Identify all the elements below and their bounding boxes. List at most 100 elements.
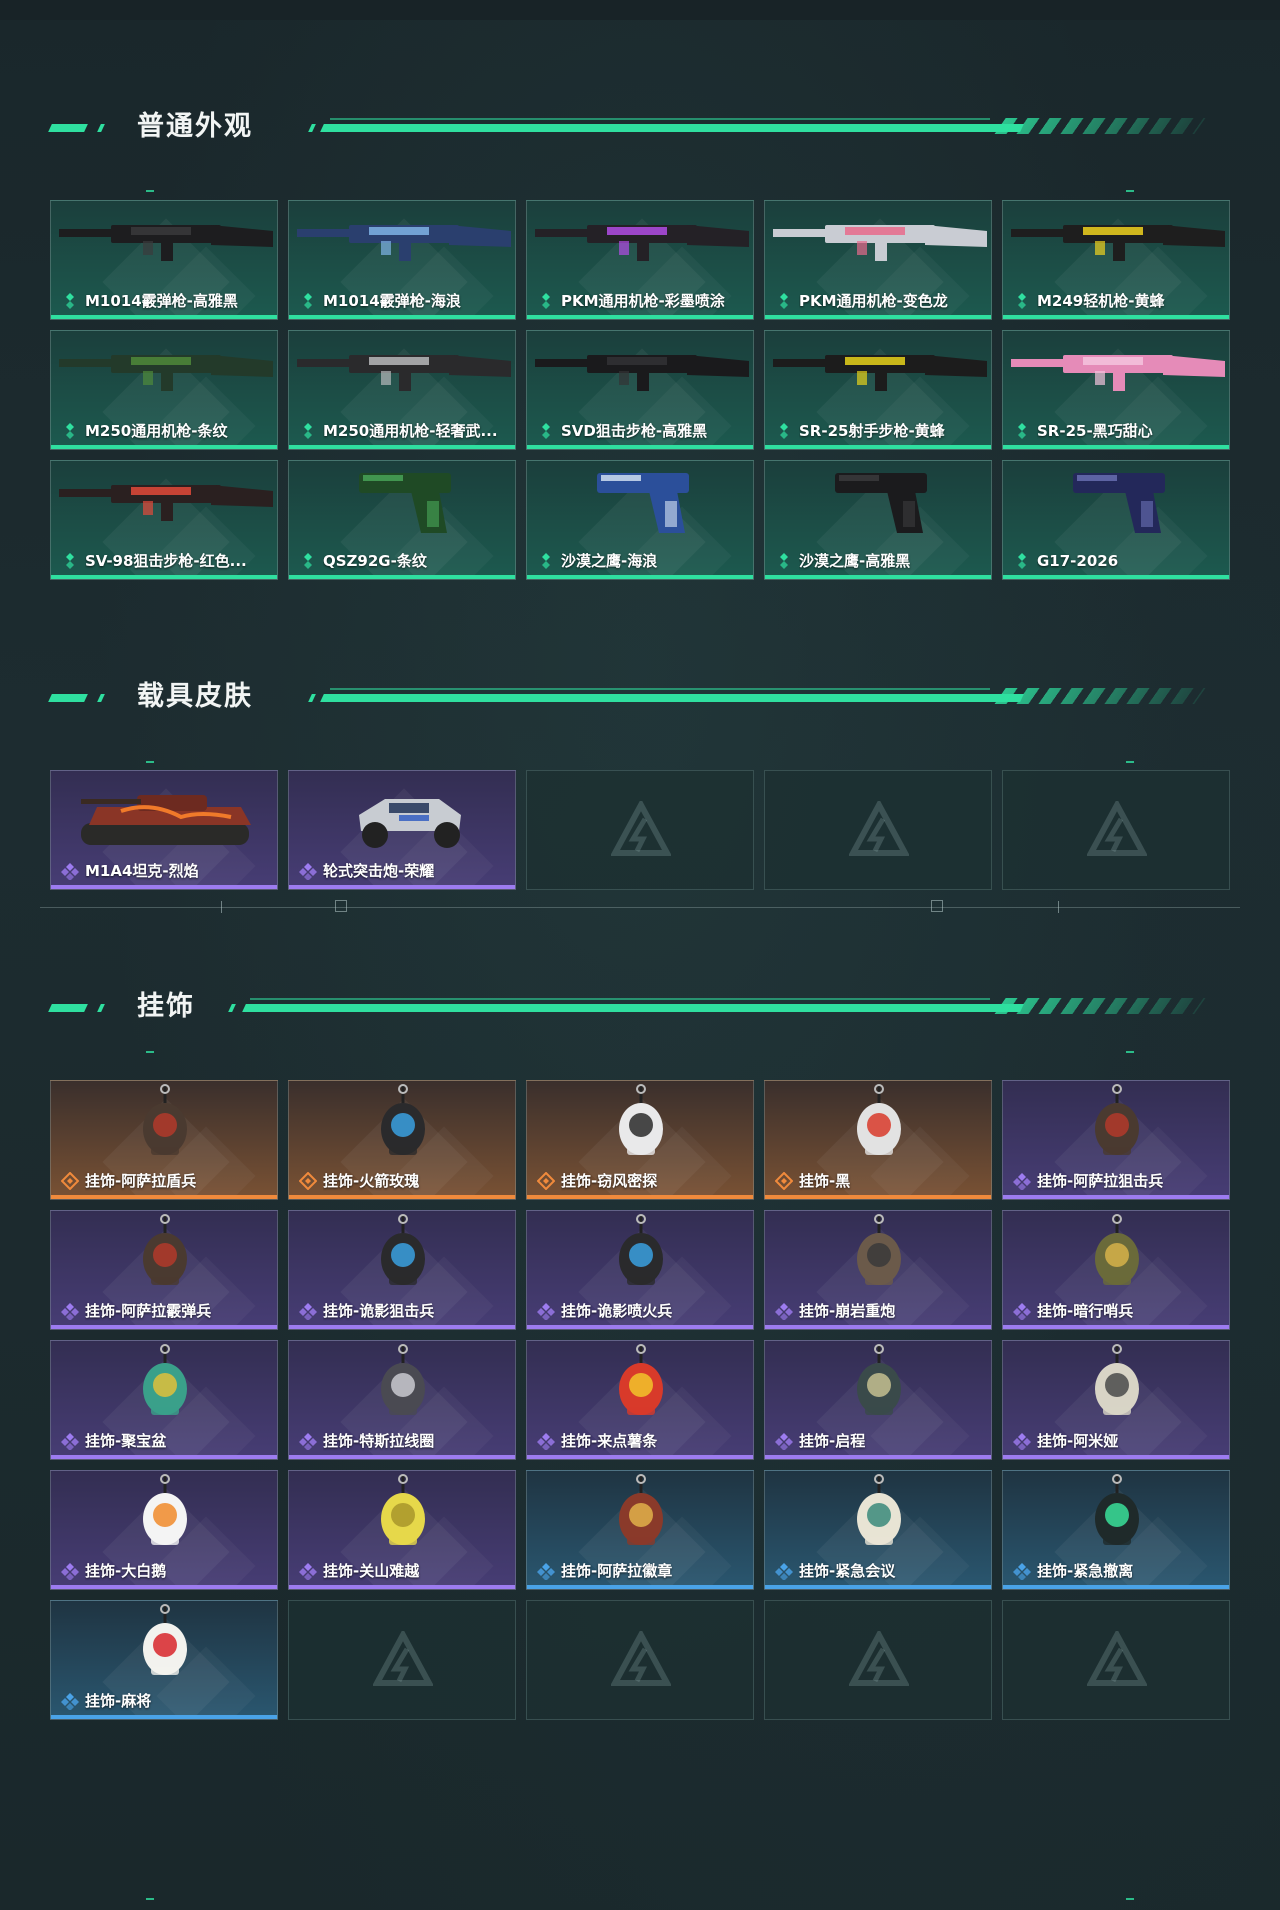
item-card[interactable]: 挂饰-紧急撤离	[1002, 1470, 1230, 1590]
item-card[interactable]: 挂饰-阿萨拉徽章	[526, 1470, 754, 1590]
rarity-icon	[61, 862, 79, 881]
rarity-icon	[775, 552, 793, 570]
item-image	[289, 1081, 515, 1171]
rarity-underline	[289, 1585, 515, 1589]
item-label: 沙漠之鹰-高雅黑	[799, 552, 911, 570]
header-accent	[228, 1004, 236, 1012]
item-card[interactable]: 挂饰-诡影喷火兵	[526, 1210, 754, 1330]
rarity-underline	[289, 445, 515, 449]
item-card[interactable]: 挂饰-阿萨拉霰弹兵	[50, 1210, 278, 1330]
item-card[interactable]: SV-98狙击步枪-红色...	[50, 460, 278, 580]
item-card[interactable]: 挂饰-诡影狙击兵	[288, 1210, 516, 1330]
item-image	[765, 1081, 991, 1171]
header-thin-bar	[250, 998, 990, 1000]
item-card[interactable]: M1014霰弹枪-高雅黑	[50, 200, 278, 320]
item-card[interactable]: 挂饰-大白鹅	[50, 1470, 278, 1590]
item-image	[289, 771, 515, 861]
placeholder-logo-icon	[847, 798, 911, 861]
empty-slot	[526, 770, 754, 890]
item-label: 挂饰-黑	[799, 1172, 851, 1190]
item-image	[527, 331, 753, 421]
header-accent	[48, 694, 88, 702]
header-bar	[320, 694, 1024, 702]
item-card[interactable]: SR-25-黑巧甜心	[1002, 330, 1230, 450]
item-card[interactable]: 挂饰-崩岩重炮	[764, 1210, 992, 1330]
item-label: 挂饰-阿萨拉霰弹兵	[85, 1302, 212, 1320]
item-image	[527, 1211, 753, 1301]
corner-mark	[146, 1051, 154, 1053]
rarity-underline	[51, 885, 277, 889]
item-label: 挂饰-特斯拉线圈	[323, 1432, 435, 1450]
item-image	[527, 1471, 753, 1561]
item-label: M250通用机枪-轻奢武...	[323, 422, 498, 440]
item-image	[51, 1601, 277, 1691]
section-title: 普通外观	[137, 111, 253, 142]
item-card[interactable]: M250通用机枪-条纹	[50, 330, 278, 450]
item-label: QSZ92G-条纹	[323, 552, 427, 570]
item-image	[1003, 331, 1229, 421]
rarity-underline	[527, 575, 753, 579]
item-card[interactable]: M1014霰弹枪-海浪	[288, 200, 516, 320]
rarity-icon	[298, 1171, 318, 1191]
rarity-icon	[299, 1562, 317, 1581]
item-label: 挂饰-聚宝盆	[85, 1432, 167, 1450]
item-card[interactable]: 沙漠之鹰-海浪	[526, 460, 754, 580]
top-bar	[0, 0, 1280, 20]
item-card[interactable]: SVD狙击步枪-高雅黑	[526, 330, 754, 450]
item-card[interactable]: SR-25射手步枪-黄蜂	[764, 330, 992, 450]
rarity-icon	[61, 1692, 79, 1711]
item-card[interactable]: 挂饰-阿米娅	[1002, 1340, 1230, 1460]
item-card[interactable]: 挂饰-紧急会议	[764, 1470, 992, 1590]
item-card[interactable]: G17-2026	[1002, 460, 1230, 580]
item-card[interactable]: 挂饰-来点薯条	[526, 1340, 754, 1460]
item-image	[527, 1341, 753, 1431]
item-card[interactable]: 挂饰-关山难越	[288, 1470, 516, 1590]
item-label: 挂饰-火箭玫瑰	[323, 1172, 420, 1190]
item-card[interactable]: 挂饰-启程	[764, 1340, 992, 1460]
rarity-underline	[765, 445, 991, 449]
item-card[interactable]: 挂饰-暗行哨兵	[1002, 1210, 1230, 1330]
rarity-icon	[537, 1562, 555, 1581]
item-label: PKM通用机枪-变色龙	[799, 292, 948, 310]
item-card[interactable]: M250通用机枪-轻奢武...	[288, 330, 516, 450]
item-card[interactable]: 挂饰-火箭玫瑰	[288, 1080, 516, 1200]
rarity-underline	[289, 1455, 515, 1459]
item-label: M249轻机枪-黄蜂	[1037, 292, 1165, 310]
rarity-underline	[765, 575, 991, 579]
corner-mark	[146, 190, 154, 192]
item-card[interactable]: 挂饰-阿萨拉狙击兵	[1002, 1080, 1230, 1200]
item-card[interactable]: 挂饰-麻将	[50, 1600, 278, 1720]
section-header-vehicle-skins: 载具皮肤	[0, 678, 1280, 718]
item-card[interactable]: M249轻机枪-黄蜂	[1002, 200, 1230, 320]
item-card[interactable]: 挂饰-聚宝盆	[50, 1340, 278, 1460]
item-card[interactable]: 沙漠之鹰-高雅黑	[764, 460, 992, 580]
item-card[interactable]: 挂饰-窃风密探	[526, 1080, 754, 1200]
item-card[interactable]: QSZ92G-条纹	[288, 460, 516, 580]
divider-tick	[221, 901, 222, 913]
rarity-underline	[765, 1455, 991, 1459]
rarity-icon	[537, 1432, 555, 1451]
header-checker	[994, 688, 1206, 704]
item-card[interactable]: 挂饰-阿萨拉盾兵	[50, 1080, 278, 1200]
item-card[interactable]: PKM通用机枪-变色龙	[764, 200, 992, 320]
empty-slot	[1002, 770, 1230, 890]
vehicle-skin-grid: M1A4坦克-烈焰 轮式突击炮-荣耀	[50, 770, 1230, 892]
corner-mark	[1126, 1898, 1134, 1900]
rarity-icon	[775, 1302, 793, 1321]
item-card[interactable]: 挂饰-特斯拉线圈	[288, 1340, 516, 1460]
rarity-underline	[289, 885, 515, 889]
rarity-underline	[51, 1455, 277, 1459]
item-card[interactable]: M1A4坦克-烈焰	[50, 770, 278, 890]
divider	[40, 907, 1240, 908]
item-label: PKM通用机枪-彩墨喷涂	[561, 292, 725, 310]
rarity-underline	[51, 1325, 277, 1329]
rarity-underline	[1003, 1585, 1229, 1589]
rarity-underline	[51, 1715, 277, 1719]
header-thin-bar	[330, 688, 990, 690]
rarity-underline	[527, 1455, 753, 1459]
placeholder-logo-icon	[847, 1628, 911, 1691]
item-card[interactable]: 轮式突击炮-荣耀	[288, 770, 516, 890]
rarity-icon	[61, 552, 79, 570]
item-card[interactable]: PKM通用机枪-彩墨喷涂	[526, 200, 754, 320]
item-card[interactable]: 挂饰-黑	[764, 1080, 992, 1200]
